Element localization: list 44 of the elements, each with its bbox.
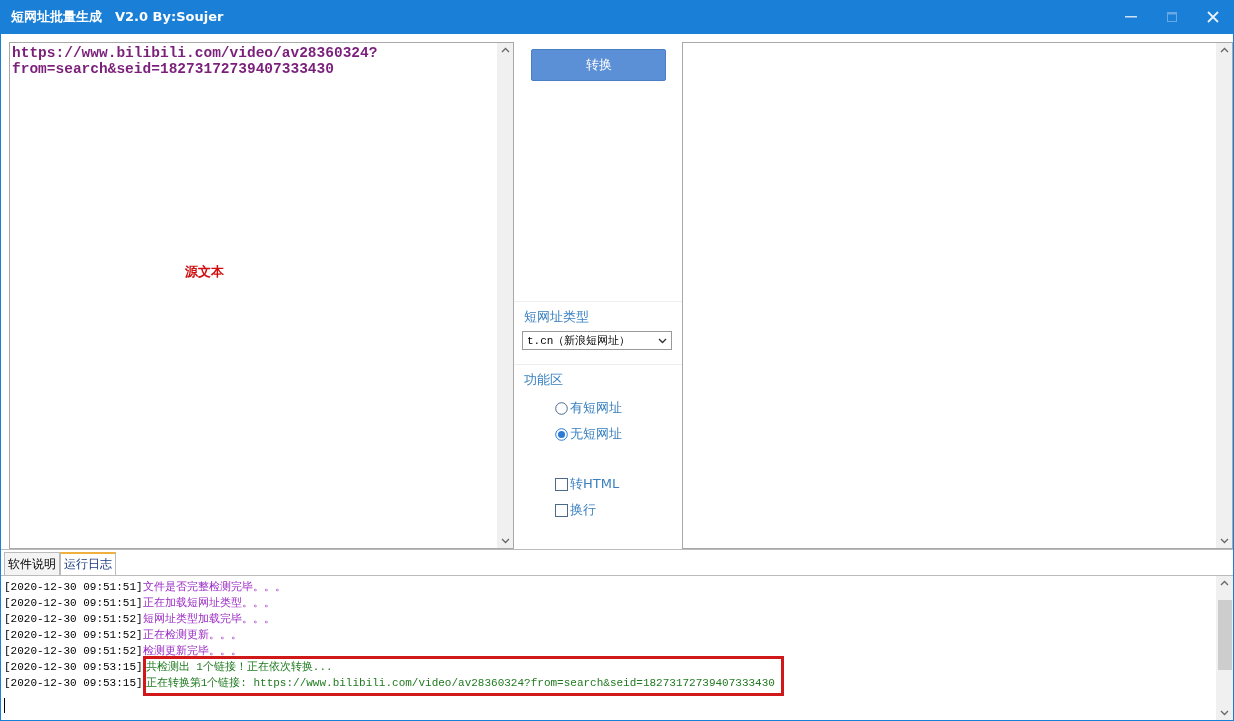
- close-icon[interactable]: [1207, 11, 1219, 23]
- checkbox[interactable]: [555, 503, 568, 517]
- scrollbar[interactable]: [1216, 43, 1232, 548]
- chevron-down-icon: [658, 337, 667, 344]
- log-timestamp: [2020-12-30 09:51:52]: [4, 629, 143, 641]
- log-timestamp: [2020-12-30 09:51:51]: [4, 581, 143, 593]
- log-message: 共检测出 1个链接！正在依次转换...: [145, 660, 334, 675]
- type-dropdown[interactable]: t.cn（新浪短网址）: [522, 331, 672, 350]
- radio-option[interactable]: 无短网址: [555, 425, 682, 443]
- tab[interactable]: 软件说明: [4, 552, 60, 575]
- log-message: 短网址类型加载完毕。。。: [142, 613, 275, 625]
- radio-button[interactable]: [555, 427, 568, 441]
- convert-button[interactable]: 转换: [531, 49, 666, 81]
- log-message: 文件是否完整检测完毕。。。: [142, 581, 286, 593]
- log-message: 检测更新完毕。。。: [142, 645, 242, 657]
- checkbox-option[interactable]: 转HTML: [555, 475, 682, 493]
- scrollbar[interactable]: [497, 43, 513, 548]
- checkbox[interactable]: [555, 477, 568, 491]
- scroll-down-icon[interactable]: [500, 538, 510, 544]
- source-text-label: 源文本: [185, 263, 224, 281]
- log-timestamp: [2020-12-30 09:51:52]: [4, 645, 143, 657]
- source-url-text: https://www.bilibili.com/video/av28360324?from=search&seid=18273172739407333430: [12, 45, 378, 77]
- scroll-up-icon[interactable]: [500, 47, 510, 53]
- log-message: 正在加载短网址类型。。。: [142, 597, 275, 609]
- section-label: 功能区: [523, 371, 564, 389]
- log-timestamp: [2020-12-30 09:51:51]: [4, 597, 143, 609]
- radio-button[interactable]: [555, 401, 568, 415]
- tab[interactable]: 运行日志: [60, 552, 116, 575]
- window-title: 短网址批量生成 V2.0 By:Soujer: [11, 8, 224, 26]
- scroll-up-icon[interactable]: [1220, 580, 1229, 586]
- scroll-down-icon[interactable]: [1219, 538, 1229, 544]
- radio-option[interactable]: 有短网址: [555, 399, 682, 417]
- scroll-down-icon[interactable]: [1220, 710, 1229, 716]
- scrollbar[interactable]: [1216, 576, 1233, 720]
- log-timestamp: [2020-12-30 09:53:15]: [4, 660, 143, 675]
- scroll-up-icon[interactable]: [1219, 47, 1229, 53]
- scroll-thumb[interactable]: [1217, 600, 1232, 670]
- section-label: 短网址类型: [523, 308, 590, 326]
- log-timestamp: [2020-12-30 09:51:52]: [4, 613, 143, 625]
- source-text-area[interactable]: https://www.bilibili.com/video/av28360324?from=search&seid=18273172739407333430 源文本: [9, 42, 514, 549]
- checkbox-option[interactable]: 换行: [555, 501, 682, 519]
- log-message: 正在检测更新。。。: [142, 629, 242, 641]
- log-message: 正在转换第1个链接: https://www.bilibili.com/video/av28360324?from=search&seid=18273172739407333430: [145, 676, 775, 691]
- log-timestamp: [2020-12-30 09:53:15]: [4, 676, 143, 691]
